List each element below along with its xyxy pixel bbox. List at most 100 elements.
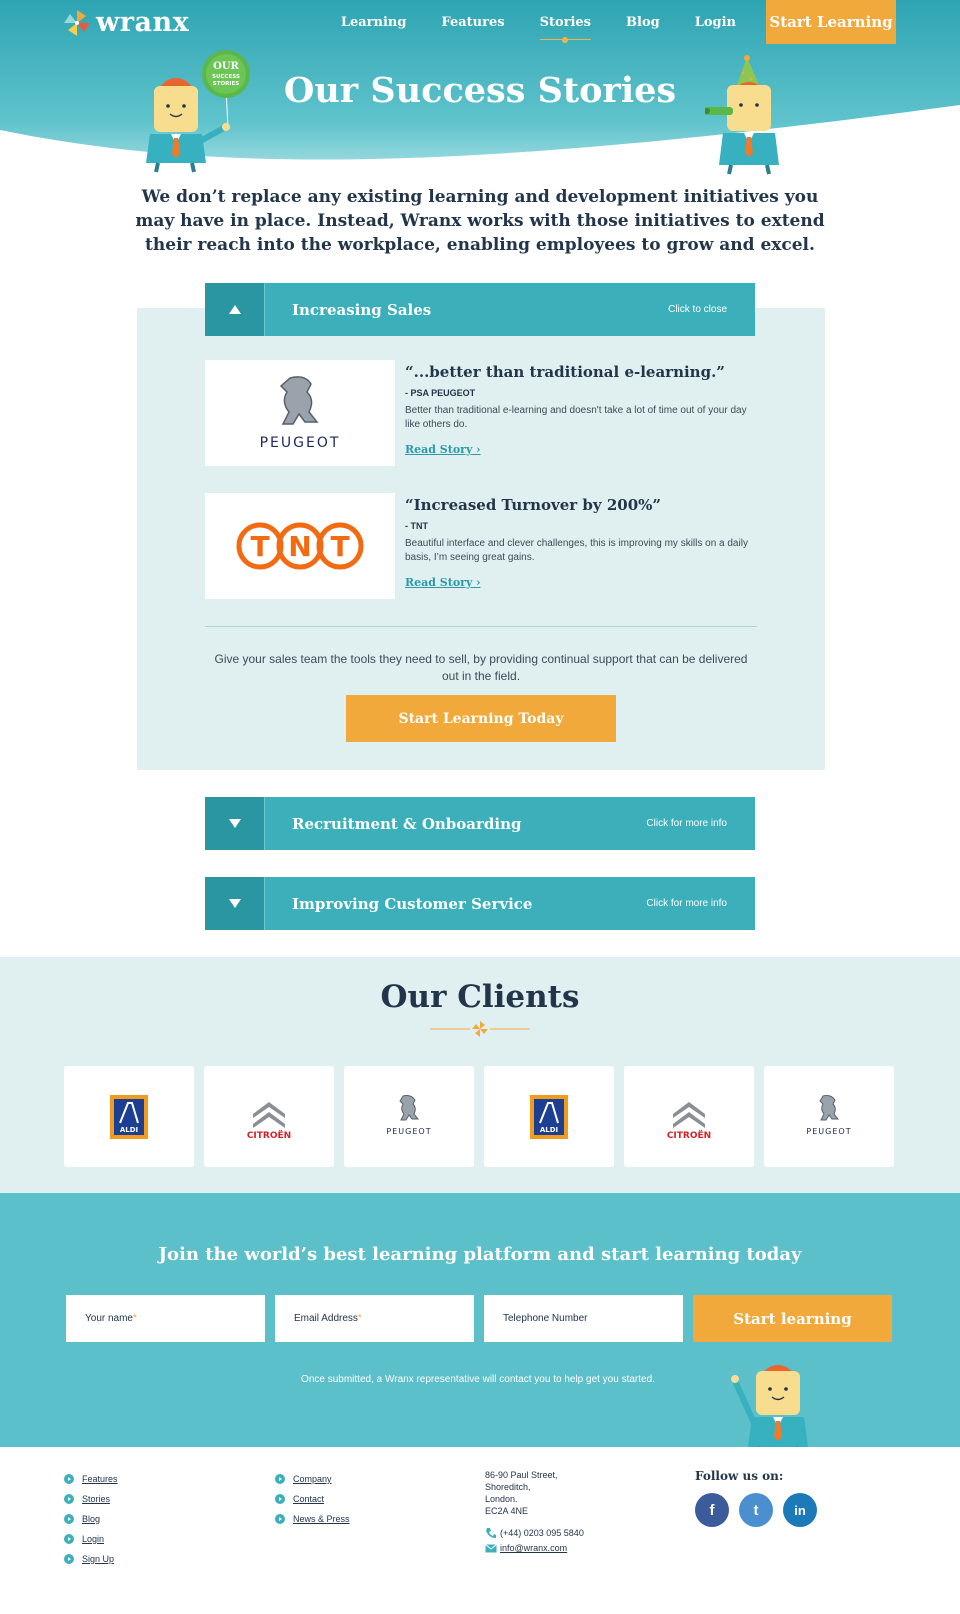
arrow-bullet-icon — [64, 1534, 74, 1544]
email-address: info@wranx.com — [500, 1543, 568, 1553]
pinwheel-icon — [62, 8, 92, 38]
email-field[interactable]: Email Address * — [275, 1295, 474, 1342]
name-placeholder: Your name — [85, 1313, 133, 1324]
story-card: T N T “Increased Turnover by 200%” - TNT… — [205, 493, 757, 599]
client-citroen[interactable]: CITROËN — [624, 1066, 754, 1167]
arrow-bullet-icon — [64, 1494, 74, 1504]
arrow-bullet-icon — [275, 1474, 285, 1484]
phone-field[interactable]: Telephone Number — [484, 1295, 683, 1342]
twitter-icon[interactable]: t — [739, 1493, 773, 1527]
phone-number: (+44) 0203 095 5840 — [500, 1528, 584, 1538]
email-line[interactable]: info@wranx.com — [485, 1543, 584, 1553]
nav-blog[interactable]: Blog — [626, 15, 660, 30]
footer-link-blog[interactable]: Blog — [64, 1509, 118, 1529]
arrow-bullet-icon — [275, 1514, 285, 1524]
expand-toggle[interactable] — [205, 877, 265, 930]
required-mark: * — [357, 1313, 362, 1324]
footer-link-news[interactable]: News & Press — [275, 1509, 350, 1529]
peugeot-wordmark: PEUGEOT — [386, 1127, 431, 1136]
address-line: Shoreditch, — [485, 1482, 531, 1492]
arrow-bullet-icon — [64, 1514, 74, 1524]
chevron-down-icon — [228, 899, 241, 908]
footer-link-company[interactable]: Company — [275, 1469, 350, 1489]
story-body: “...better than traditional e-learning.”… — [395, 360, 750, 466]
footer-link-label: Features — [82, 1474, 118, 1484]
footer-link-features[interactable]: Features — [64, 1469, 118, 1489]
accordion-hint[interactable]: Click for more info — [646, 818, 755, 829]
footer-links-primary: Features Stories Blog Login Sign Up — [64, 1469, 118, 1569]
footer-link-label: Company — [293, 1474, 332, 1484]
footer-social: Follow us on: f t in — [695, 1469, 817, 1527]
nav-stories[interactable]: Stories — [539, 14, 592, 43]
nav-learning[interactable]: Learning — [341, 15, 407, 30]
phone-line[interactable]: (+44) 0203 095 5840 — [485, 1527, 584, 1539]
signup-title: Join the world’s best learning platform … — [158, 1244, 802, 1265]
footer-link-signup[interactable]: Sign Up — [64, 1549, 118, 1569]
active-indicator — [562, 36, 569, 43]
story-card: PEUGEOT “...better than traditional e-le… — [205, 360, 757, 466]
client-peugeot[interactable]: PEUGEOT — [764, 1066, 894, 1167]
read-story-link[interactable]: Read Story › — [405, 576, 481, 589]
aldi-wordmark: ALDI — [120, 1126, 138, 1134]
footer-link-stories[interactable]: Stories — [64, 1489, 118, 1509]
accordion-hint[interactable]: Click for more info — [646, 898, 755, 909]
nav-features[interactable]: Features — [441, 15, 504, 30]
accordion-header-recruitment[interactable]: Recruitment & Onboarding Click for more … — [205, 797, 755, 850]
clients-section: Our Clients ALDI CITROËN PEUGEOT ALDI CI… — [0, 957, 960, 1193]
wranx-logo[interactable]: wranx — [62, 7, 189, 38]
mascot-balloon-illustration: OUR SUCCESS STORIES — [146, 50, 250, 173]
client-peugeot[interactable]: PEUGEOT — [344, 1066, 474, 1167]
site-footer: Features Stories Blog Login Sign Up Comp… — [0, 1447, 960, 1596]
footer-link-label: Contact — [293, 1494, 325, 1504]
footer-links-secondary: Company Contact News & Press — [275, 1469, 350, 1529]
linkedin-icon[interactable]: in — [783, 1493, 817, 1527]
clients-title: Our Clients — [380, 979, 580, 1015]
stories-accordion: Increasing Sales Click to close PEUGEOT … — [0, 283, 960, 930]
footer-link-label: Login — [82, 1534, 105, 1544]
facebook-icon[interactable]: f — [695, 1493, 729, 1527]
nav-login[interactable]: Login — [695, 15, 736, 30]
nav-stories-label: Stories — [539, 14, 592, 30]
footer-contact: 86-90 Paul Street, Shoreditch, London. E… — [485, 1469, 584, 1553]
footer-link-label: News & Press — [293, 1514, 350, 1524]
start-learning-submit-button[interactable]: Start learning — [693, 1295, 892, 1342]
tnt-logo-mark: T N T — [236, 522, 364, 570]
collapse-toggle[interactable] — [205, 283, 265, 336]
arrow-bullet-icon — [64, 1474, 74, 1484]
client-aldi[interactable]: ALDI — [484, 1066, 614, 1167]
client-citroen[interactable]: CITROËN — [204, 1066, 334, 1167]
accordion-title: Recruitment & Onboarding — [292, 814, 522, 833]
name-field[interactable]: Your name * — [66, 1295, 265, 1342]
read-story-link[interactable]: Read Story › — [405, 443, 481, 456]
accordion-header-customer-service[interactable]: Improving Customer Service Click for mor… — [205, 877, 755, 930]
accordion-title: Increasing Sales — [292, 300, 432, 319]
start-learning-today-button[interactable]: Start Learning Today — [346, 695, 616, 742]
client-logo-row: ALDI CITROËN PEUGEOT ALDI CITROËN PEUGEO… — [64, 1066, 894, 1167]
phone-placeholder: Telephone Number — [503, 1313, 588, 1324]
mail-icon — [485, 1544, 497, 1553]
arrow-bullet-icon — [64, 1554, 74, 1564]
footer-link-login[interactable]: Login — [64, 1529, 118, 1549]
expand-toggle[interactable] — [205, 797, 265, 850]
address-line: 86-90 Paul Street, — [485, 1470, 558, 1480]
email-placeholder: Email Address — [294, 1313, 358, 1324]
footer-link-label: Blog — [82, 1514, 101, 1524]
arrow-bullet-icon — [275, 1494, 285, 1504]
footer-link-contact[interactable]: Contact — [275, 1489, 350, 1509]
story-body: “Increased Turnover by 200%” - TNT Beaut… — [395, 493, 750, 599]
social-links: f t in — [695, 1493, 817, 1527]
mascot-waving-illustration — [731, 1365, 808, 1453]
svg-text:T: T — [250, 530, 269, 563]
accordion-panel-increasing-sales: PEUGEOT “...better than traditional e-le… — [137, 308, 825, 770]
chevron-down-icon — [228, 819, 241, 828]
client-aldi[interactable]: ALDI — [64, 1066, 194, 1167]
citroen-wordmark: CITROËN — [247, 1130, 291, 1140]
accordion-hint[interactable]: Click to close — [668, 304, 755, 315]
footer-link-label: Stories — [82, 1494, 111, 1504]
signup-section: Join the world’s best learning platform … — [0, 1193, 960, 1453]
balloon-text-1: OUR — [213, 61, 239, 72]
chevron-up-icon — [228, 305, 241, 314]
start-learning-button[interactable]: Start Learning — [766, 0, 896, 44]
accordion-header-increasing-sales[interactable]: Increasing Sales Click to close — [205, 283, 755, 336]
story-author: - PSA PEUGEOT — [405, 388, 476, 398]
